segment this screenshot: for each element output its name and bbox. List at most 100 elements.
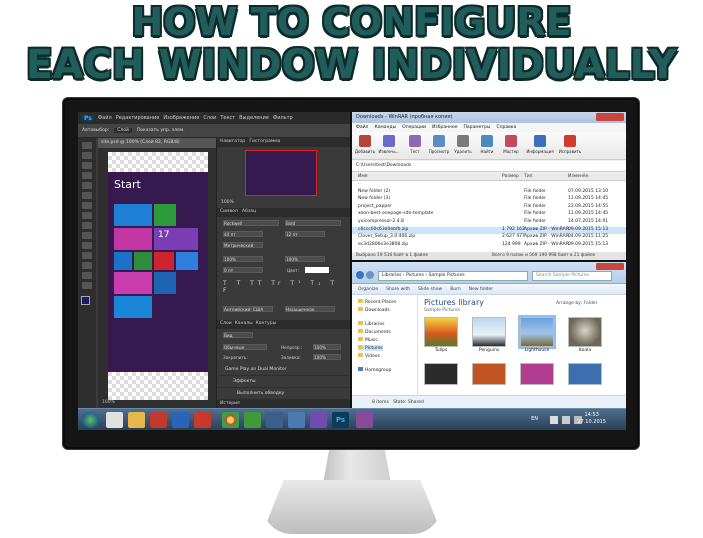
fill-field[interactable]: 100% — [313, 354, 341, 360]
ps-menu-edit[interactable]: Редактирование — [116, 115, 160, 121]
show-transform-checkbox[interactable]: Показать упр. элем. — [137, 128, 185, 133]
photoshop-logo-icon[interactable]: Ps — [82, 114, 94, 122]
winrar-window[interactable]: Downloads - WinRAR (пробная копия) Файл … — [352, 112, 626, 260]
brush-tool-icon[interactable] — [82, 212, 92, 219]
nav-recent-places[interactable]: Recent Places — [358, 299, 396, 305]
move-tool-icon[interactable] — [82, 142, 92, 149]
heal-tool-icon[interactable] — [82, 202, 92, 209]
path-field[interactable]: C:\Users\test\Downloads — [352, 161, 626, 172]
koala-thumbnail[interactable] — [568, 317, 602, 347]
ps-menu-type[interactable]: Текст — [220, 115, 235, 121]
network-icon[interactable] — [562, 416, 570, 424]
language-indicator[interactable]: EN — [531, 416, 538, 422]
info-button[interactable]: Информация — [526, 134, 554, 158]
rar-menu-commands[interactable]: Команды — [374, 125, 396, 130]
repair-button[interactable]: Исправить — [556, 134, 584, 158]
rar-menu-favorites[interactable]: Избранное — [432, 125, 458, 130]
breadcrumb[interactable]: Libraries › Pictures › Sample Pictures — [378, 271, 528, 281]
auto-select-dropdown[interactable]: Слой — [114, 128, 132, 133]
layer-stroke-row[interactable]: Выполнить обводку — [219, 388, 349, 400]
test-button[interactable]: Тест — [404, 134, 426, 158]
file-row[interactable]: ec3d2806e3e3808.zip 124 999 Архив ZIP - Wi… — [352, 242, 626, 249]
winrar-taskbar-icon[interactable] — [356, 412, 373, 428]
extract-button[interactable]: Извлечь... — [378, 134, 400, 158]
tab-paragraph[interactable]: Абзац — [242, 209, 256, 214]
gradient-tool-icon[interactable] — [82, 242, 92, 249]
blend-mode-select[interactable]: Обычные — [223, 344, 267, 350]
stamp-tool-icon[interactable] — [82, 222, 92, 229]
rar-menu-help[interactable]: Справка — [496, 125, 516, 130]
thumbnail-row2-1[interactable] — [424, 363, 458, 385]
tab-paths[interactable]: Контуры — [256, 321, 277, 326]
foreground-color-swatch[interactable] — [81, 296, 90, 305]
crop-tool-icon[interactable] — [82, 182, 92, 189]
burn-button[interactable]: Burn — [450, 287, 461, 292]
layer-row[interactable]: Game Play on Dual Monitor — [219, 364, 349, 376]
explorer-window[interactable]: Libraries › Pictures › Sample Pictures S… — [352, 262, 626, 408]
tulips-thumbnail[interactable] — [424, 317, 458, 347]
font-family-select[interactable]: Rockwell — [223, 220, 279, 226]
thumbnail-row2-3[interactable] — [520, 363, 554, 385]
nav-music[interactable]: Music — [358, 337, 378, 343]
rar-menu-file[interactable]: Файл — [356, 125, 368, 130]
pen-tool-icon[interactable] — [82, 252, 92, 259]
nav-pictures[interactable]: Pictures — [358, 345, 383, 351]
find-button[interactable]: Найти — [476, 134, 498, 158]
horizontal-scale-field[interactable]: 100% — [285, 256, 325, 262]
opacity-field[interactable]: 100% — [313, 344, 341, 350]
font-size-field[interactable]: 44 пт — [223, 231, 263, 237]
hand-tool-icon[interactable] — [82, 272, 92, 279]
layer-kind-filter[interactable]: Вид — [223, 332, 253, 338]
text-style-buttons[interactable]: T T TT Tr T¹ T₁ T F — [223, 280, 345, 294]
ps-menu-file[interactable]: Файл — [98, 115, 112, 121]
photoshop-window[interactable]: Ps Файл Редактирование Изображение Слои … — [78, 112, 351, 409]
eraser-tool-icon[interactable] — [82, 232, 92, 239]
marquee-tool-icon[interactable] — [82, 152, 92, 159]
add-button[interactable]: Добавить — [354, 134, 376, 158]
app2-taskbar-icon[interactable] — [310, 412, 327, 428]
close-button[interactable] — [596, 263, 624, 270]
canvas[interactable]: Start 17 — [108, 152, 208, 400]
view-button[interactable]: Просмотр — [428, 134, 450, 158]
photoshop-taskbar-icon[interactable]: Ps — [332, 412, 349, 428]
file-row[interactable]: New folder (2) File folder 07.09.2015 13:1… — [352, 189, 626, 196]
organize-button[interactable]: Organize — [358, 287, 378, 292]
new-folder-button[interactable]: New folder — [469, 287, 493, 292]
file-row[interactable]: New folder (3) File folder 11.09.2015 14:4… — [352, 196, 626, 203]
arrange-by[interactable]: Arrange by: Folder — [556, 301, 597, 306]
file-row[interactable]: Clover_Setup_3.0.406.zip 2 627 477 Архив Z… — [352, 234, 626, 241]
text-color-swatch[interactable] — [305, 267, 329, 273]
vertical-scale-field[interactable]: 100% — [223, 256, 263, 262]
thumbnail-row2-2[interactable] — [472, 363, 506, 385]
ps-menu-image[interactable]: Изображение — [163, 115, 199, 121]
files-taskbar-icon[interactable] — [288, 412, 305, 428]
forward-button-icon[interactable] — [366, 271, 374, 279]
language-select[interactable]: Английский: США — [223, 306, 273, 312]
tab-history[interactable]: История — [220, 401, 240, 406]
delete-button[interactable]: Удалить — [452, 134, 474, 158]
file-row[interactable]: project_papper File folder 22.09.2015 14:5… — [352, 204, 626, 211]
leading-field[interactable]: 12 пт — [285, 231, 325, 237]
file-row[interactable]: c6ccc00c63d0ebfb.zip 1 792 162 Архив ZIP -… — [352, 226, 626, 234]
app-taskbar-icon[interactable] — [194, 412, 211, 428]
utorrent-taskbar-icon[interactable] — [244, 412, 261, 428]
document-tab[interactable]: site.psd @ 100% (Слой 82, RGB/8) — [98, 138, 216, 148]
tab-layers[interactable]: Слои — [220, 321, 232, 326]
col-modified[interactable]: Изменён — [568, 174, 589, 179]
col-size[interactable]: Размер — [502, 174, 519, 179]
col-type[interactable]: Тип — [524, 174, 533, 179]
navigator-preview[interactable] — [245, 150, 317, 196]
outlook-taskbar-icon[interactable] — [172, 412, 189, 428]
ie-taskbar-icon[interactable] — [106, 412, 123, 428]
wizard-button[interactable]: Мастер — [500, 134, 522, 158]
penguins-thumbnail[interactable] — [472, 317, 506, 347]
rar-menu-operations[interactable]: Операции — [402, 125, 426, 130]
back-button-icon[interactable] — [356, 271, 364, 279]
nav-videos[interactable]: Videos — [358, 353, 380, 359]
filezilla-taskbar-icon[interactable] — [150, 412, 167, 428]
tab-navigator[interactable]: Навигатор — [220, 139, 245, 144]
start-button-icon[interactable] — [82, 412, 99, 428]
clock[interactable]: 14:53 27.10.2015 — [577, 412, 606, 426]
chrome-taskbar-icon[interactable] — [222, 412, 239, 428]
explorer-taskbar-icon[interactable] — [128, 412, 145, 428]
